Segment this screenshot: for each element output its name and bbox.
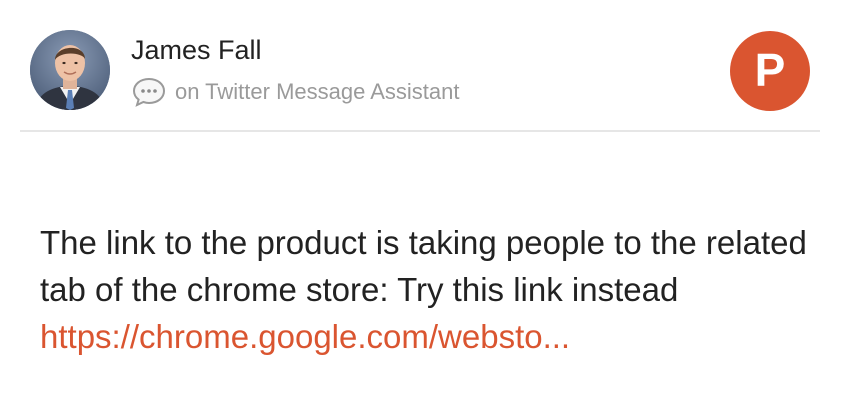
avatar[interactable] (30, 30, 110, 110)
product-link[interactable]: https://chrome.google.com/websto... (40, 318, 570, 355)
comment-body: The link to the product is taking people… (40, 219, 820, 360)
speech-bubble-icon (131, 76, 167, 108)
comment-card: James Fall on Twitter Message Assistant … (0, 0, 843, 416)
author-name[interactable]: James Fall (131, 34, 262, 66)
user-avatar-photo-icon (30, 30, 110, 110)
comment-source: on Twitter Message Assistant (131, 76, 460, 108)
message-text: The link to the product is taking people… (40, 224, 807, 308)
comment-header: James Fall on Twitter Message Assistant … (0, 0, 843, 131)
product-hunt-logo-icon[interactable]: P (730, 31, 810, 111)
logo-letter: P (755, 44, 786, 96)
source-label[interactable]: on Twitter Message Assistant (175, 81, 460, 103)
divider (20, 130, 820, 132)
